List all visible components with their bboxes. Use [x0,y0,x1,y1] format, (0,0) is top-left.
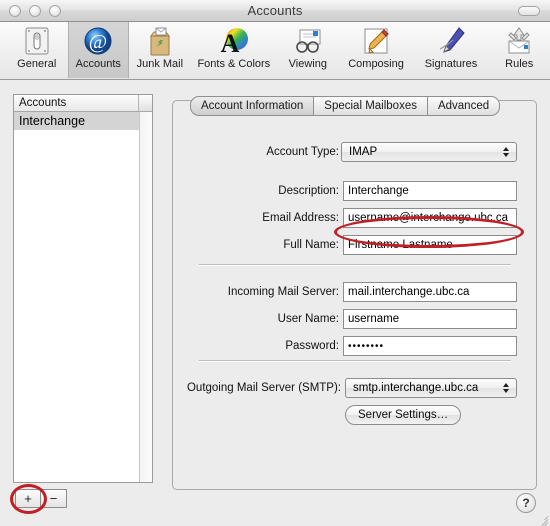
description-value: Interchange [348,185,409,197]
accounts-list-scrollbar[interactable] [139,112,152,482]
preferences-toolbar: General @ Accounts Junk Mail A Fonts & C… [0,22,550,80]
server-settings-button[interactable]: Server Settings… [345,405,462,425]
outgoing-mail-server-label: Outgoing Mail Server (SMTP): [186,382,341,394]
incoming-mail-server-value: mail.interchange.ubc.ca [348,286,470,298]
account-type-label: Account Type: [266,146,339,158]
account-actions: + − [15,489,67,508]
password-value: •••••••• [348,340,385,352]
email-address-input[interactable]: username@interchange.ubc.ca [343,208,517,228]
email-address-value: username@interchange.ubc.ca [348,212,508,224]
toolbar-item-junk-mail[interactable]: Junk Mail [129,22,191,78]
viewing-glasses-icon [296,29,321,53]
outgoing-mail-server-value: smtp.interchange.ubc.ca [353,382,479,394]
description-input[interactable]: Interchange [343,181,517,201]
email-address-row: Email Address: [228,208,339,228]
accounts-preferences-window: Accounts General @ Accounts Junk Mail A … [0,0,550,526]
account-type-value: IMAP [349,146,378,158]
toolbar-item-general[interactable]: General [6,22,68,78]
accounts-list-header-corner [138,95,152,111]
toolbar-item-accounts[interactable]: @ Accounts [67,22,130,78]
form-separator-1 [199,264,511,266]
fonts-colors-icon: A [220,28,248,57]
signatures-pen-icon [439,27,465,54]
window-title: Accounts [247,3,303,18]
list-item-label: Interchange [19,114,86,128]
toolbar-item-label: Composing [348,58,404,70]
password-row: Password: [252,336,339,356]
outgoing-mail-server-row: Outgoing Mail Server (SMTP): [180,378,341,398]
chevron-updown-icon [500,379,512,397]
user-name-input[interactable]: username [343,309,517,329]
toolbar-item-label: Accounts [75,58,121,70]
toolbar-item-viewing[interactable]: Viewing [277,22,339,78]
full-name-input[interactable]: Firstname Lastname [343,235,517,255]
full-name-row: Full Name: [245,235,339,255]
accounts-list-header-label: Accounts [19,97,67,109]
toolbar-item-label: Viewing [288,58,327,70]
form-separator-2 [199,360,511,362]
tab-label: Account Information [201,100,304,112]
toolbar-item-label: Junk Mail [136,58,184,70]
svg-text:A: A [220,29,239,57]
toolbar-item-label: Fonts & Colors [197,58,271,70]
toolbar-item-label: General [17,58,57,70]
user-name-value: username [348,313,400,325]
description-row: Description: [240,181,339,201]
add-account-button[interactable]: + [15,489,41,508]
accounts-at-icon: @ [84,27,112,55]
toolbar-item-label: Rules [505,58,534,70]
accounts-list-header: Accounts [14,95,152,112]
user-name-row: User Name: [240,309,339,329]
full-name-value: Firstname Lastname [348,239,453,251]
composing-pencil-icon [364,28,389,54]
account-type-popup[interactable]: IMAP [341,142,517,162]
tab-advanced[interactable]: Advanced [426,96,501,116]
password-label: Password: [285,340,339,352]
toolbar-item-rules[interactable]: Rules [488,22,550,78]
preferences-content: Accounts Interchange + − Account Type: I… [0,80,550,526]
toolbar-item-label: Signatures [424,58,478,70]
toolbar-item-composing[interactable]: Composing [339,22,414,78]
junk-mail-bag-icon [149,27,170,56]
svg-text:@: @ [89,31,107,53]
full-name-label: Full Name: [283,239,339,251]
settings-tabs: Account Information Special Mailboxes Ad… [190,96,501,116]
tab-special-mailboxes[interactable]: Special Mailboxes [313,96,427,116]
outgoing-mail-server-popup[interactable]: smtp.interchange.ubc.ca [345,378,517,398]
remove-account-button[interactable]: − [41,489,67,508]
account-type-row: Account Type: [249,142,339,162]
toolbar-toggle-button[interactable] [518,6,540,16]
description-label: Description: [278,185,339,197]
tab-label: Special Mailboxes [324,100,417,112]
accounts-list[interactable]: Accounts Interchange [13,94,153,483]
toolbar-item-signatures[interactable]: Signatures [414,22,489,78]
incoming-mail-server-input[interactable]: mail.interchange.ubc.ca [343,282,517,302]
tab-label: Advanced [437,100,490,112]
general-icon [25,27,49,55]
user-name-label: User Name: [277,313,339,325]
chevron-updown-icon [500,143,512,161]
rules-envelope-icon [508,27,530,54]
email-address-label: Email Address: [262,212,339,224]
toolbar-item-fonts-colors[interactable]: A Fonts & Colors [191,22,277,78]
incoming-mail-server-row: Incoming Mail Server: [200,282,339,302]
password-input[interactable]: •••••••• [343,336,517,356]
list-item[interactable]: Interchange [14,112,152,130]
tab-account-information[interactable]: Account Information [190,96,314,116]
incoming-mail-server-label: Incoming Mail Server: [227,286,339,298]
help-button[interactable]: ? [516,493,536,513]
window-titlebar: Accounts [0,0,550,22]
